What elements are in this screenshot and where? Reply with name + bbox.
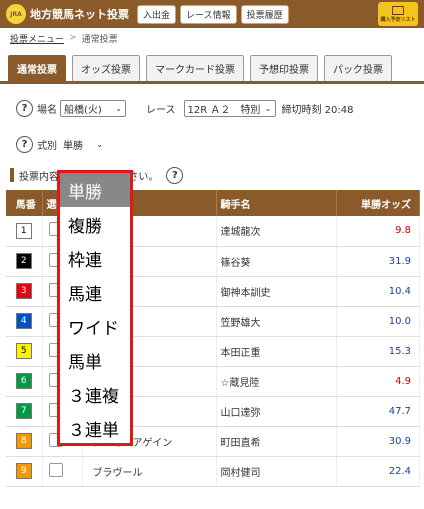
bet-type-value: 単勝 [63, 140, 83, 152]
horse-number-cell: 1 [6, 216, 43, 247]
closing-time: 締切時刻 20:48 [281, 104, 354, 116]
win-odds: 9.8 [336, 216, 420, 247]
horse-number: 8 [15, 433, 32, 449]
horse-number-cell: 2 [6, 246, 43, 277]
site-title: 地方競馬ネット投票 [30, 8, 129, 21]
win-odds: 15.3 [336, 336, 420, 367]
horse-number-cell: 3 [6, 276, 43, 307]
top-header: JRA 地方競馬ネット投票 入出金 レース情報 投票履歴 購入予定リスト [0, 0, 424, 28]
race-value: 12R Ａ２ 特別 [187, 104, 261, 116]
tab-normal-bet[interactable]: 通常投票 [8, 55, 66, 81]
jockey-name: 岡村健司 [216, 456, 337, 487]
jockey-name: 本田正重 [216, 336, 337, 367]
win-odds: 31.9 [336, 246, 420, 277]
bet-type-option[interactable]: 複勝 [60, 207, 130, 241]
horse-number-cell: 4 [6, 306, 43, 337]
win-odds: 30.9 [336, 426, 420, 457]
chevron-down-icon: ⌄ [115, 103, 122, 113]
win-odds: 22.4 [336, 456, 420, 487]
header-jockey: 騎手名 [216, 190, 337, 216]
breadcrumb-current: 通常投票 [81, 34, 118, 45]
jockey-name: 笠野雄大 [216, 306, 337, 337]
bet-type-label: 式別 [37, 140, 57, 152]
tab-markcard-bet[interactable]: マークカード投票 [146, 55, 244, 81]
horse-name: ブラヴール [82, 456, 217, 487]
tab-odds-bet[interactable]: オッズ投票 [72, 55, 140, 81]
horse-number: 6 [15, 373, 32, 389]
help-icon[interactable]: ? [16, 99, 33, 117]
jockey-name: 達城龍次 [216, 216, 337, 247]
help-icon[interactable]: ? [16, 135, 33, 153]
win-odds: 10.4 [336, 276, 420, 307]
select-checkbox[interactable] [48, 462, 63, 477]
header-odds: 単勝オッズ [336, 190, 420, 216]
breadcrumb-separator: > [69, 33, 77, 43]
horse-number-cell: 9 [6, 456, 43, 487]
horse-number: 2 [15, 253, 32, 269]
horse-number-cell: 8 [6, 426, 43, 457]
jockey-name: ☆蔵見陸 [216, 366, 337, 397]
table-row[interactable]: 9 ブラヴール 岡村健司 22.4 [6, 456, 420, 487]
jockey-name: 御神本訓史 [216, 276, 337, 307]
bet-type-option[interactable]: 馬連 [60, 275, 130, 309]
tab-prediction-bet[interactable]: 予想印投票 [250, 55, 318, 81]
horse-number: 9 [15, 463, 32, 479]
breadcrumb: 投票メニュー > 通常投票 [0, 28, 424, 48]
jockey-name: 篠谷葵 [216, 246, 337, 277]
bet-type-option[interactable]: ワイド [60, 309, 130, 343]
bet-type-option[interactable]: ３連複 [60, 377, 130, 411]
race-info-button[interactable]: レース情報 [180, 4, 237, 24]
horse-number-cell: 6 [6, 366, 43, 397]
breadcrumb-menu-link[interactable]: 投票メニュー [10, 32, 64, 45]
venue-value: 船橋(火) [64, 104, 102, 116]
chevron-down-icon: ⌄ [96, 139, 103, 149]
jra-logo: JRA [6, 4, 26, 24]
notice-marker [10, 168, 14, 182]
win-odds: 47.7 [336, 396, 420, 427]
bet-type-option[interactable]: 枠連 [60, 241, 130, 275]
horse-number: 4 [15, 313, 32, 329]
select-cell [42, 456, 83, 487]
horse-number: 7 [15, 403, 32, 419]
header-number: 馬番 [6, 190, 43, 216]
win-odds: 10.0 [336, 306, 420, 337]
race-label: レース [146, 104, 176, 116]
win-odds: 4.9 [336, 366, 420, 397]
horse-number-cell: 5 [6, 336, 43, 367]
race-select[interactable]: 12R Ａ２ 特別 ⌄ [183, 99, 276, 117]
bet-type-dropdown: 単勝 複勝 枠連 馬連 ワイド 馬単 ３連複 ３連単 [57, 170, 133, 446]
bet-history-button[interactable]: 投票履歴 [240, 4, 289, 24]
venue-race-row: ? 場名 船橋(火) ⌄ レース 12R Ａ２ 特別 ⌄ 締切時刻 20:48 [16, 96, 424, 120]
help-icon[interactable]: ? [166, 166, 184, 184]
bet-type-option[interactable]: 単勝 [60, 173, 130, 207]
deposit-button[interactable]: 入出金 [137, 4, 177, 24]
venue-label: 場名 [37, 104, 57, 116]
bet-type-option[interactable]: 馬単 [60, 343, 130, 377]
jockey-name: 町田直希 [216, 426, 337, 457]
purchase-list-label: 購入予定リスト [380, 16, 416, 23]
bet-type-option[interactable]: ３連単 [60, 411, 130, 445]
bet-type-row: ? 式別 単勝 ⌄ [16, 132, 424, 156]
list-icon [392, 5, 404, 15]
jockey-name: 山口達弥 [216, 396, 337, 427]
purchase-list-button[interactable]: 購入予定リスト [378, 2, 418, 26]
horse-number: 5 [15, 343, 32, 359]
horse-number: 1 [15, 222, 32, 239]
bet-type-select[interactable]: 単勝 ⌄ [60, 135, 106, 153]
bet-mode-tabs: 通常投票 オッズ投票 マークカード投票 予想印投票 パック投票 [0, 52, 424, 84]
horse-number: 3 [15, 283, 32, 299]
chevron-down-icon: ⌄ [264, 103, 272, 113]
tab-pack-bet[interactable]: パック投票 [324, 55, 392, 81]
venue-select[interactable]: 船橋(火) ⌄ [60, 99, 126, 117]
horse-number-cell: 7 [6, 396, 43, 427]
